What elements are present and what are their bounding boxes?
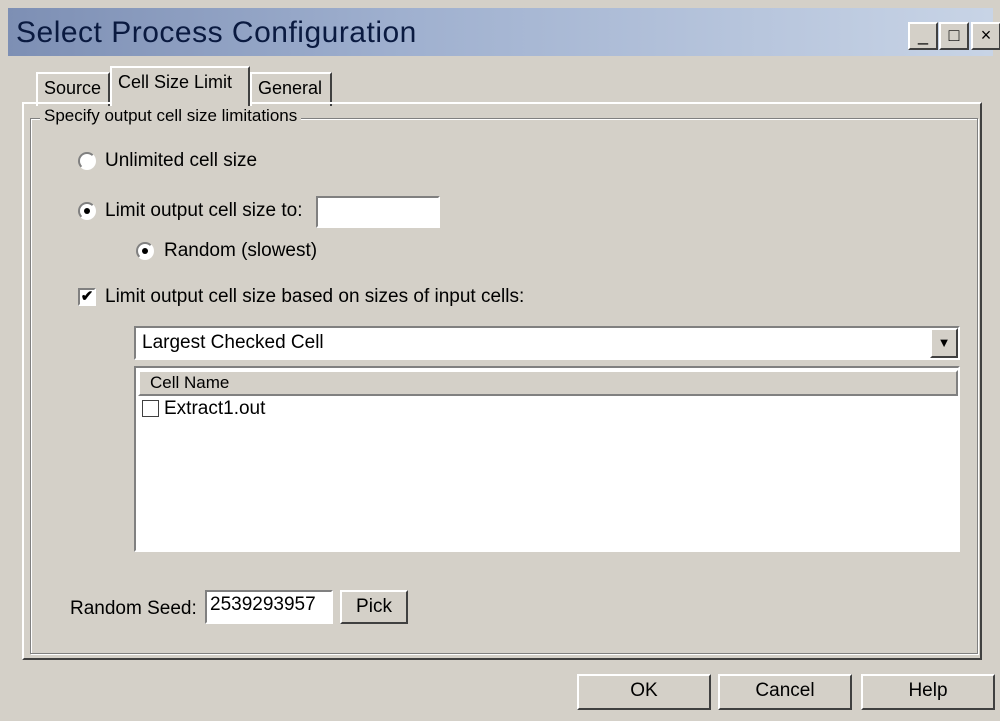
limit-to-label[interactable]: Limit output cell size to: <box>105 200 302 222</box>
dropdown-selected-value: Largest Checked Cell <box>142 332 324 353</box>
maximize-button[interactable]: □ <box>939 22 969 50</box>
close-icon: × <box>980 25 992 45</box>
chevron-down-icon: ▼ <box>937 335 951 350</box>
close-button[interactable]: × <box>971 22 1000 50</box>
unlimited-radio[interactable] <box>78 152 96 170</box>
minimize-icon: _ <box>917 25 928 45</box>
random-seed-input[interactable]: 2539293957 <box>205 590 333 624</box>
ok-button[interactable]: OK <box>577 674 711 710</box>
tab-source[interactable]: Source <box>36 72 110 106</box>
minimize-button[interactable]: _ <box>908 22 938 50</box>
tab-general[interactable]: General <box>250 72 332 106</box>
title-bar[interactable]: Select Process Configuration _ □ × <box>8 8 1000 56</box>
dialog-window: Select Process Configuration _ □ × Sourc… <box>0 0 1000 721</box>
radio-selected-dot <box>142 248 148 254</box>
based-on-inputs-label[interactable]: Limit output cell size based on sizes of… <box>105 286 524 308</box>
random-radio[interactable] <box>136 242 154 260</box>
cell-selection-dropdown[interactable]: Largest Checked Cell ▼ <box>134 326 960 360</box>
based-on-inputs-checkbox[interactable]: ✔ <box>78 288 96 306</box>
list-header-cell-name[interactable]: Cell Name <box>138 370 958 396</box>
list-header-label: Cell Name <box>150 373 230 392</box>
limit-to-radio[interactable] <box>78 202 96 220</box>
list-item-checkbox[interactable] <box>142 400 159 417</box>
pick-button[interactable]: Pick <box>340 590 408 624</box>
tab-source-label: Source <box>44 78 102 98</box>
random-label[interactable]: Random (slowest) <box>164 240 317 262</box>
groupbox-legend: Specify output cell size limitations <box>40 106 302 126</box>
random-seed-label: Random Seed: <box>70 598 197 619</box>
list-item[interactable]: Extract1.out <box>140 398 540 422</box>
limit-size-input[interactable] <box>316 196 440 228</box>
tab-cell-size-limit[interactable]: Cell Size Limit <box>110 66 250 106</box>
list-item-label: Extract1.out <box>164 398 266 419</box>
cancel-button[interactable]: Cancel <box>718 674 852 710</box>
help-button[interactable]: Help <box>861 674 995 710</box>
tab-general-label: General <box>258 78 323 98</box>
dropdown-arrow-button[interactable]: ▼ <box>930 328 958 358</box>
unlimited-label[interactable]: Unlimited cell size <box>105 150 257 172</box>
tab-cell-size-limit-label: Cell Size Limit <box>118 72 233 92</box>
checkmark-icon: ✔ <box>80 288 94 305</box>
radio-selected-dot <box>84 208 90 214</box>
maximize-icon: □ <box>948 25 960 45</box>
window-title: Select Process Configuration <box>16 16 417 49</box>
